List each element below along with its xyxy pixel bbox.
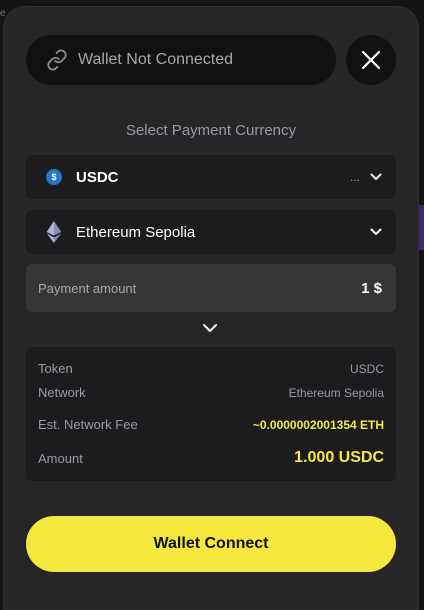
payment-amount-label: Payment amount xyxy=(38,280,137,296)
summary-key: Token xyxy=(38,361,73,376)
summary-value-fee: ~0.0000002001354 ETH xyxy=(252,417,384,432)
summary-row-fee: Est. Network Fee ~0.0000002001354 ETH xyxy=(38,417,384,432)
payment-amount-value: 1 $ xyxy=(361,279,382,297)
wallet-status-pill[interactable]: Wallet Not Connected xyxy=(26,35,336,85)
summary-row-token: Token USDC xyxy=(38,361,384,376)
summary-key: Network xyxy=(38,385,86,400)
currency-select-label: USDC xyxy=(76,168,119,186)
summary-key: Est. Network Fee xyxy=(38,417,138,432)
chevron-down-icon xyxy=(203,324,217,332)
currency-select-ellipsis: ... xyxy=(349,170,360,184)
payment-modal: Wallet Not Connected Select Payment Curr… xyxy=(3,6,419,610)
close-button[interactable] xyxy=(346,35,396,85)
summary-value: USDC xyxy=(349,361,384,376)
chevron-down-icon xyxy=(370,173,382,180)
payment-summary: Token USDC Network Ethereum Sepolia Est.… xyxy=(26,347,396,481)
ethereum-icon xyxy=(46,221,62,243)
payment-amount-field[interactable]: Payment amount 1 $ xyxy=(26,264,396,312)
wallet-status-text: Wallet Not Connected xyxy=(78,51,234,68)
summary-value: Ethereum Sepolia xyxy=(288,385,384,400)
close-icon xyxy=(361,50,381,70)
wallet-connect-button[interactable]: Wallet Connect xyxy=(26,516,396,572)
currency-select[interactable]: $ USDC ... xyxy=(26,155,396,199)
network-select-label: Ethereum Sepolia xyxy=(76,223,196,241)
summary-row-amount: Amount 1.000 USDC xyxy=(38,449,384,467)
chevron-down-icon xyxy=(370,228,382,235)
link-icon xyxy=(47,49,67,71)
summary-value-total: 1.000 USDC xyxy=(294,449,384,466)
network-select[interactable]: Ethereum Sepolia xyxy=(26,210,396,254)
section-title: Select Payment Currency xyxy=(125,122,297,139)
summary-row-network: Network Ethereum Sepolia xyxy=(38,385,384,400)
summary-key: Amount xyxy=(38,450,83,466)
usdc-icon: $ xyxy=(46,169,62,185)
